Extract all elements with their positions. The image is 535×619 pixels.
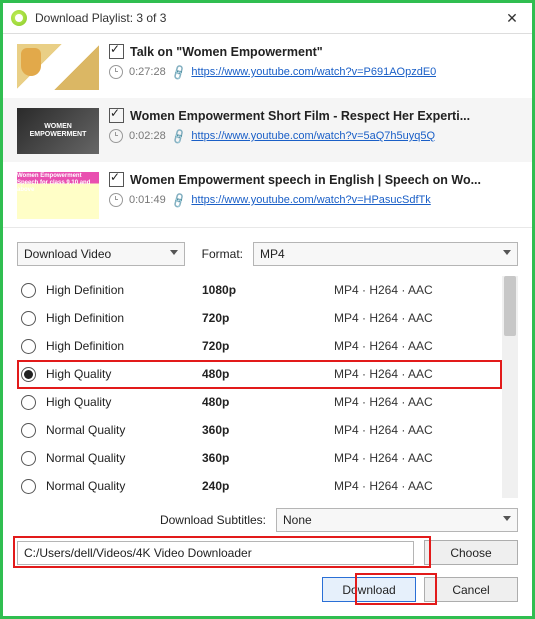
link-icon: 🔗 bbox=[169, 63, 187, 81]
window-title: Download Playlist: 3 of 3 bbox=[35, 11, 492, 25]
quality-label: High Definition bbox=[46, 283, 202, 297]
quality-resolution: 480p bbox=[202, 367, 334, 381]
radio-icon bbox=[21, 451, 36, 466]
quality-option[interactable]: High Quality480pMP4 · H264 · AAC bbox=[17, 388, 502, 416]
include-checkbox[interactable] bbox=[109, 172, 124, 187]
quality-resolution: 720p bbox=[202, 311, 334, 325]
video-duration: 0:02:28 bbox=[129, 130, 166, 142]
download-button[interactable]: Download bbox=[322, 577, 416, 602]
quality-label: Normal Quality bbox=[46, 423, 202, 437]
action-buttons-row: Download Cancel bbox=[17, 577, 518, 602]
format-select-value: MP4 bbox=[260, 247, 285, 261]
clock-icon bbox=[109, 129, 123, 143]
quality-label: Normal Quality bbox=[46, 451, 202, 465]
cancel-button[interactable]: Cancel bbox=[424, 577, 518, 602]
path-row: C:/Users/dell/Videos/4K Video Downloader… bbox=[17, 540, 518, 565]
quality-label: High Definition bbox=[46, 311, 202, 325]
quality-option[interactable]: Normal Quality240pMP4 · H264 · AAC bbox=[17, 472, 502, 498]
chevron-down-icon bbox=[503, 250, 511, 255]
video-thumbnail: WOMEN EMPOWERMENT bbox=[17, 108, 99, 154]
video-url-link[interactable]: https://www.youtube.com/watch?v=5aQ7h5uy… bbox=[191, 130, 435, 142]
quality-option[interactable]: High Definition720pMP4 · H264 · AAC bbox=[17, 332, 502, 360]
quality-codec: MP4 · H264 · AAC bbox=[334, 395, 498, 409]
choose-button[interactable]: Choose bbox=[424, 540, 518, 565]
quality-codec: MP4 · H264 · AAC bbox=[334, 451, 498, 465]
action-select-value: Download Video bbox=[24, 247, 111, 261]
subtitles-row: Download Subtitles: None bbox=[17, 508, 518, 532]
radio-icon bbox=[21, 311, 36, 326]
clock-icon bbox=[109, 193, 123, 207]
video-title: Women Empowerment Short Film - Respect H… bbox=[130, 109, 470, 123]
action-select[interactable]: Download Video bbox=[17, 242, 185, 266]
action-format-row: Download Video Format: MP4 bbox=[17, 242, 518, 266]
quality-option[interactable]: Normal Quality360pMP4 · H264 · AAC bbox=[17, 416, 502, 444]
scrollbar-thumb[interactable] bbox=[504, 276, 516, 336]
options-panel: Download Video Format: MP4 High Definiti… bbox=[3, 227, 532, 616]
format-select[interactable]: MP4 bbox=[253, 242, 518, 266]
link-icon: 🔗 bbox=[169, 191, 187, 209]
radio-icon bbox=[21, 479, 36, 494]
playlist-item: Women Empowerment Speech for class 9,10 … bbox=[3, 162, 532, 227]
quality-codec: MP4 · H264 · AAC bbox=[334, 367, 498, 381]
quality-label: Normal Quality bbox=[46, 479, 202, 493]
quality-option[interactable]: High Quality480pMP4 · H264 · AAC bbox=[17, 360, 502, 388]
quality-resolution: 240p bbox=[202, 479, 334, 493]
subtitles-select-value: None bbox=[283, 513, 312, 527]
playlist-list: Talk on "Women Empowerment" 0:27:28 🔗 ht… bbox=[3, 34, 532, 227]
quality-codec: MP4 · H264 · AAC bbox=[334, 311, 498, 325]
playlist-item-body: Talk on "Women Empowerment" 0:27:28 🔗 ht… bbox=[109, 44, 518, 79]
quality-resolution: 360p bbox=[202, 451, 334, 465]
quality-label: High Definition bbox=[46, 339, 202, 353]
video-url-link[interactable]: https://www.youtube.com/watch?v=P691AOpz… bbox=[191, 66, 436, 78]
radio-icon bbox=[21, 423, 36, 438]
video-thumbnail: Women Empowerment Speech for class 9,10 … bbox=[17, 172, 99, 219]
quality-codec: MP4 · H264 · AAC bbox=[334, 339, 498, 353]
clock-icon bbox=[109, 65, 123, 79]
radio-icon bbox=[21, 395, 36, 410]
include-checkbox[interactable] bbox=[109, 108, 124, 123]
quality-option[interactable]: Normal Quality360pMP4 · H264 · AAC bbox=[17, 444, 502, 472]
save-path-input[interactable]: C:/Users/dell/Videos/4K Video Downloader bbox=[17, 541, 414, 565]
quality-list: High Definition1080pMP4 · H264 · AACHigh… bbox=[17, 276, 518, 498]
playlist-item: WOMEN EMPOWERMENT Women Empowerment Shor… bbox=[3, 98, 532, 162]
scrollbar[interactable] bbox=[502, 276, 518, 498]
close-icon[interactable]: ✕ bbox=[492, 3, 532, 33]
subtitles-select[interactable]: None bbox=[276, 508, 518, 532]
quality-resolution: 480p bbox=[202, 395, 334, 409]
quality-resolution: 360p bbox=[202, 423, 334, 437]
quality-codec: MP4 · H264 · AAC bbox=[334, 479, 498, 493]
quality-codec: MP4 · H264 · AAC bbox=[334, 423, 498, 437]
quality-label: High Quality bbox=[46, 395, 202, 409]
video-title: Talk on "Women Empowerment" bbox=[130, 45, 323, 59]
quality-codec: MP4 · H264 · AAC bbox=[334, 283, 498, 297]
chevron-down-icon bbox=[170, 250, 178, 255]
app-icon bbox=[11, 10, 27, 26]
download-playlist-dialog: Download Playlist: 3 of 3 ✕ Talk on "Wom… bbox=[0, 0, 535, 619]
video-thumbnail bbox=[17, 44, 99, 90]
video-url-link[interactable]: https://www.youtube.com/watch?v=HPasucSd… bbox=[191, 194, 430, 206]
playlist-item-body: Women Empowerment Short Film - Respect H… bbox=[109, 108, 518, 143]
quality-option[interactable]: High Definition720pMP4 · H264 · AAC bbox=[17, 304, 502, 332]
video-title: Women Empowerment speech in English | Sp… bbox=[130, 173, 481, 187]
quality-option[interactable]: High Definition1080pMP4 · H264 · AAC bbox=[17, 276, 502, 304]
format-label: Format: bbox=[195, 247, 243, 261]
quality-resolution: 1080p bbox=[202, 283, 334, 297]
video-duration: 0:27:28 bbox=[129, 66, 166, 78]
save-path-value: C:/Users/dell/Videos/4K Video Downloader bbox=[24, 546, 252, 560]
radio-icon bbox=[21, 339, 36, 354]
radio-icon bbox=[21, 283, 36, 298]
quality-resolution: 720p bbox=[202, 339, 334, 353]
playlist-item: Talk on "Women Empowerment" 0:27:28 🔗 ht… bbox=[3, 34, 532, 98]
chevron-down-icon bbox=[503, 516, 511, 521]
titlebar: Download Playlist: 3 of 3 ✕ bbox=[3, 3, 532, 34]
radio-icon bbox=[21, 367, 36, 382]
video-duration: 0:01:49 bbox=[129, 194, 166, 206]
link-icon: 🔗 bbox=[169, 127, 187, 145]
playlist-item-body: Women Empowerment speech in English | Sp… bbox=[109, 172, 518, 207]
quality-label: High Quality bbox=[46, 367, 202, 381]
include-checkbox[interactable] bbox=[109, 44, 124, 59]
subtitles-label: Download Subtitles: bbox=[160, 513, 266, 527]
